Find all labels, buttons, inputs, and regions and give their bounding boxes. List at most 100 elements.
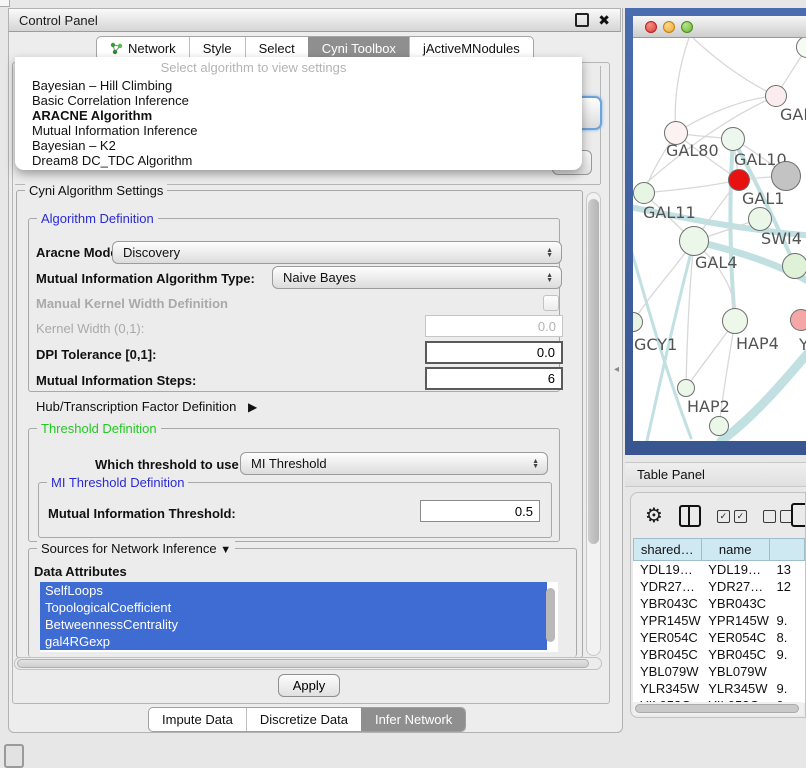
attribute-item-gal4rgexp[interactable]: gal4RGexp: [40, 633, 547, 650]
which-threshold-label: Which threshold to use:: [95, 457, 243, 472]
table-row[interactable]: YDR27…YDR27…12: [633, 578, 805, 595]
settings-scrollbar-thumb[interactable]: [588, 199, 599, 544]
column-header-cut[interactable]: [770, 538, 805, 561]
table-cell: YLR345W: [701, 680, 769, 697]
hub-definition-label: Hub/Transcription Factor Definition: [36, 399, 236, 414]
table-row[interactable]: YER054CYER054C8.: [633, 629, 805, 646]
mi-type-select[interactable]: Naive Bayes ▲▼: [272, 266, 562, 289]
table-row[interactable]: YPR145WYPR145W9.: [633, 612, 805, 629]
node-gal4[interactable]: [679, 226, 709, 256]
node-gal1[interactable]: [728, 169, 750, 191]
mi-threshold-input[interactable]: [420, 500, 540, 522]
attribute-item-betweennesscentrality[interactable]: BetweennessCentrality: [40, 616, 547, 633]
dpi-tolerance-input[interactable]: [425, 341, 563, 364]
settings-hscrollbar-thumb[interactable]: [17, 659, 589, 668]
algorithm-option-bayesian-hill-climbing[interactable]: Bayesian – Hill Climbing: [15, 78, 582, 93]
node-swi4[interactable]: [748, 207, 772, 231]
checked-checkbox-icon: ✓: [717, 510, 730, 523]
column-header-shared[interactable]: shared…: [633, 538, 702, 561]
algorithm-dropdown-popup: Select algorithm to view settings Bayesi…: [15, 57, 582, 170]
table-cell: YER054C: [633, 629, 701, 646]
node-hap4[interactable]: [722, 308, 748, 334]
new-table-icon-cut[interactable]: [791, 503, 806, 527]
table-cell: 13: [770, 561, 805, 578]
attribute-item-topologicalcoefficient[interactable]: TopologicalCoefficient: [40, 599, 547, 616]
table-cell: YBR043C: [633, 595, 701, 612]
settings-hscrollbar[interactable]: [14, 657, 602, 670]
attr-list-scrollbar-thumb[interactable]: [546, 588, 555, 642]
table-cell: YPR145W: [701, 612, 769, 629]
mi-steps-label: Mutual Information Steps:: [36, 373, 196, 388]
algorithm-definition-title: Algorithm Definition: [37, 211, 158, 226]
which-threshold-select[interactable]: MI Threshold ▲▼: [240, 452, 548, 475]
sources-group-title[interactable]: Sources for Network Inference ▼: [37, 541, 235, 556]
algorithm-option-aracne-algorithm[interactable]: ARACNE Algorithm: [15, 108, 582, 123]
table-row[interactable]: YDL19…YDL19…13: [633, 561, 805, 578]
node-hap2[interactable]: [677, 379, 695, 397]
table-hscrollbar[interactable]: [633, 702, 803, 715]
table-row[interactable]: YBR043CYBR043C: [633, 595, 805, 612]
node-unlabeled-5[interactable]: [771, 161, 801, 191]
control-panel-titlebar: Control Panel ✖: [8, 8, 621, 32]
collapsed-panel-icon[interactable]: [4, 744, 24, 768]
stepper-arrows-icon: ▲▼: [532, 459, 539, 469]
deselect-all-columns-icon[interactable]: [763, 510, 793, 523]
minimize-traffic-light-icon[interactable]: [663, 21, 675, 33]
table-hscrollbar-thumb[interactable]: [635, 704, 799, 713]
node-gal[interactable]: [765, 85, 787, 107]
manual-kernel-label: Manual Kernel Width Definition: [36, 296, 228, 311]
data-attributes-list[interactable]: SelfLoopsTopologicalCoefficientBetweenne…: [40, 582, 558, 652]
table-cell: 12: [770, 578, 805, 595]
hub-definition-toggle[interactable]: Hub/Transcription Factor Definition ▶: [36, 399, 257, 414]
table-panel-title: Table Panel: [637, 467, 705, 482]
expanded-arrow-icon: ▼: [220, 544, 231, 556]
manual-kernel-checkbox[interactable]: [543, 295, 559, 311]
table-row[interactable]: YBL079WYBL079W: [633, 663, 805, 680]
tab-discretize-data[interactable]: Discretize Data: [246, 708, 361, 731]
mi-threshold-label: Mutual Information Threshold:: [48, 506, 236, 521]
column-layout-icon[interactable]: [679, 505, 701, 527]
table-row[interactable]: YLR345WYLR345W9.: [633, 680, 805, 697]
network-tab-icon: [110, 42, 123, 55]
close-icon[interactable]: ✖: [598, 15, 610, 25]
network-view-frame: GALGAL80GAL10GAL1GAL11SWI4GAL4GCY1HAP4YH…: [625, 8, 806, 455]
node-gal10[interactable]: [721, 127, 745, 151]
algorithm-option-mutual-information-inference[interactable]: Mutual Information Inference: [15, 123, 582, 138]
settings-scrollbar[interactable]: [586, 192, 601, 656]
kernel-width-input[interactable]: [425, 315, 563, 337]
node-y[interactable]: [790, 309, 806, 331]
mi-steps-input[interactable]: [425, 367, 563, 390]
zoom-traffic-light-icon[interactable]: [681, 21, 693, 33]
algorithm-option-basic-correlation-inference[interactable]: Basic Correlation Inference: [15, 93, 582, 108]
tab-label: jActiveMNodules: [423, 41, 520, 56]
table-cell: YPR145W: [633, 612, 701, 629]
gear-icon[interactable]: ⚙: [645, 506, 663, 526]
network-canvas[interactable]: GALGAL80GAL10GAL1GAL11SWI4GAL4GCY1HAP4YH…: [633, 38, 806, 441]
table-toolbar: ⚙ ✓ ✓: [645, 505, 793, 527]
algorithm-option-dream8-dc-tdc-algorithm[interactable]: Dream8 DC_TDC Algorithm: [15, 153, 582, 168]
attribute-item-selfloops[interactable]: SelfLoops: [40, 582, 547, 599]
tab-label: Cyni Toolbox: [322, 41, 396, 56]
table-cell: YLR345W: [633, 680, 701, 697]
close-traffic-light-icon[interactable]: [645, 21, 657, 33]
node-label-gal: GAL: [780, 105, 806, 124]
tab-label: Style: [203, 41, 232, 56]
aracne-mode-select[interactable]: Discovery ▲▼: [112, 241, 562, 264]
column-header-name[interactable]: name: [702, 538, 770, 561]
node-gal11[interactable]: [633, 182, 655, 204]
tab-impute-data[interactable]: Impute Data: [149, 708, 246, 731]
panel-divider-handle[interactable]: ◂: [614, 364, 619, 375]
tab-infer-network[interactable]: Infer Network: [361, 708, 465, 731]
sources-title-text: Sources for Network Inference: [41, 541, 217, 556]
table-cell: YDR27…: [701, 578, 769, 595]
algorithm-option-bayesian-k2[interactable]: Bayesian – K2: [15, 138, 582, 153]
node-label-y: Y: [799, 335, 806, 354]
select-all-columns-icon[interactable]: ✓ ✓: [717, 510, 747, 523]
node-unlabeled-9[interactable]: [782, 253, 806, 279]
table-panel-titlebar: Table Panel: [625, 462, 806, 487]
table-row[interactable]: YBR045CYBR045C9.: [633, 646, 805, 663]
float-window-icon[interactable]: [575, 13, 589, 27]
apply-button[interactable]: Apply: [278, 674, 340, 697]
node-unlabeled-14[interactable]: [709, 416, 729, 436]
stepper-arrows-icon: ▲▼: [546, 248, 553, 258]
